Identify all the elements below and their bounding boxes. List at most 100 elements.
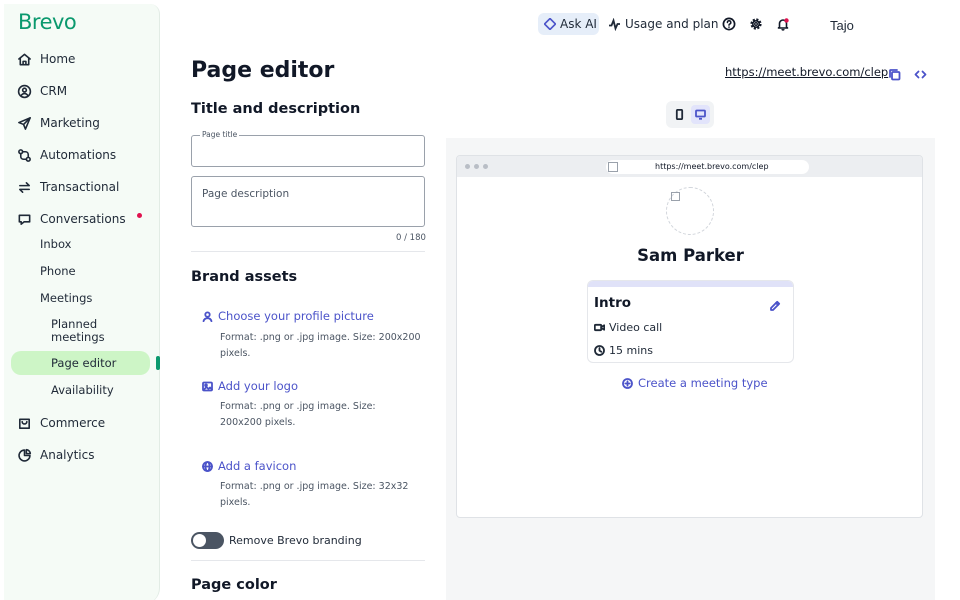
usage-label: Usage and plan <box>625 17 719 31</box>
sidebar-item-label: Marketing <box>40 116 100 130</box>
brevo-logo[interactable]: Brevo <box>18 10 77 34</box>
section-divider <box>191 560 425 561</box>
sidebar-item-commerce[interactable]: Commerce <box>16 411 105 435</box>
remove-branding-toggle[interactable] <box>191 532 224 549</box>
meeting-duration: 15 mins <box>609 344 653 357</box>
sidebar-item-label: Analytics <box>40 448 95 462</box>
desktop-view-button[interactable] <box>691 105 710 124</box>
plus-circle-icon <box>622 377 633 389</box>
active-item-indicator <box>156 356 160 370</box>
asset-link-label: Add your logo <box>218 379 299 393</box>
browser-bar: https://meet.brevo.com/clep <box>457 156 922 177</box>
sidebar-item-page-editor[interactable]: Page editor <box>51 357 116 370</box>
sidebar-item-meetings[interactable]: Meetings <box>40 292 92 305</box>
sidebar-item-analytics[interactable]: Analytics <box>16 443 95 467</box>
settings-icon[interactable] <box>749 16 763 30</box>
choose-profile-picture-link[interactable]: Choose your profile picture <box>202 309 374 323</box>
image-icon <box>202 381 213 391</box>
remove-branding-label: Remove Brevo branding <box>229 534 362 547</box>
preview-url: https://meet.brevo.com/clep <box>655 162 769 171</box>
host-name: Sam Parker <box>637 246 744 265</box>
window-dot <box>465 164 470 169</box>
sidebar-item-label: Automations <box>40 148 117 162</box>
logo-help: Format: .png or .jpg image. Size: 200x20… <box>220 401 376 428</box>
sidebar-item-label: Transactional <box>40 180 120 194</box>
sidebar-item-label: CRM <box>40 84 68 98</box>
section-divider <box>191 251 425 252</box>
ask-ai-label: Ask AI <box>560 17 597 31</box>
window-dot <box>483 164 488 169</box>
card-color-band <box>588 281 793 287</box>
notification-dot <box>137 213 142 218</box>
sidebar-item-crm[interactable]: CRM <box>16 79 67 103</box>
page-title-field[interactable]: Page title <box>191 130 425 167</box>
sidebar-item-phone[interactable]: Phone <box>40 265 76 278</box>
page-color-heading: Page color <box>191 577 277 593</box>
sidebar: Brevo Home CRM Marketing Automations Tra… <box>4 4 160 600</box>
desktop-icon <box>695 109 706 120</box>
globe-icon <box>202 460 213 472</box>
sidebar-item-conversations[interactable]: Conversations <box>16 207 126 231</box>
preview-url-bar: https://meet.brevo.com/clep <box>606 160 809 174</box>
app-root: Brevo Home CRM Marketing Automations Tra… <box>0 0 960 600</box>
meeting-title: Intro <box>594 295 632 311</box>
meeting-page-link[interactable]: https://meet.brevo.com/clep <box>725 65 888 79</box>
shop-icon <box>16 415 32 431</box>
sidebar-item-planned-meetings[interactable]: Planned meetings <box>51 318 121 344</box>
toggle-knob <box>193 534 206 547</box>
send-icon <box>16 115 32 131</box>
activity-icon <box>609 17 620 31</box>
home-icon <box>16 51 32 67</box>
window-dot <box>474 164 479 169</box>
contact-icon <box>16 83 32 99</box>
favicon-help: Format: .png or .jpg image. Size: 32x32 … <box>220 481 409 508</box>
embed-code-icon[interactable] <box>914 66 927 79</box>
broken-image-icon <box>671 192 680 201</box>
user-icon <box>202 310 213 322</box>
notification-icon[interactable] <box>776 16 790 31</box>
page-title-label: Page title <box>200 130 240 139</box>
sidebar-item-availability[interactable]: Availability <box>51 384 114 397</box>
title-description-heading: Title and description <box>191 101 361 117</box>
usage-and-plan-button[interactable]: Usage and plan <box>608 13 719 35</box>
asset-link-label: Choose your profile picture <box>218 309 374 323</box>
meeting-duration-row: 15 mins <box>594 344 653 357</box>
asset-link-label: Add a favicon <box>218 459 297 473</box>
meeting-type-row: Video call <box>594 321 662 334</box>
mobile-view-button[interactable] <box>670 105 689 124</box>
sparkle-icon <box>544 18 556 30</box>
add-favicon-link[interactable]: Add a favicon <box>202 459 296 473</box>
sidebar-item-inbox[interactable]: Inbox <box>40 238 71 251</box>
create-meeting-type-link[interactable]: Create a meeting type <box>622 376 768 390</box>
page-title: Page editor <box>191 58 335 83</box>
add-logo-link[interactable]: Add your logo <box>202 379 298 393</box>
device-toggle <box>666 101 714 128</box>
create-meeting-type-label: Create a meeting type <box>638 376 768 390</box>
brand-assets-heading: Brand assets <box>191 269 298 285</box>
sidebar-item-automations[interactable]: Automations <box>16 143 116 167</box>
meeting-type: Video call <box>609 321 663 334</box>
sidebar-item-marketing[interactable]: Marketing <box>16 111 100 135</box>
sidebar-item-home[interactable]: Home <box>16 47 75 71</box>
sidebar-item-transactional[interactable]: Transactional <box>16 175 119 199</box>
browser-preview: https://meet.brevo.com/clep Sam Parker I… <box>456 155 923 518</box>
user-name[interactable]: Tajo <box>830 18 854 33</box>
video-icon <box>594 323 605 332</box>
help-icon[interactable] <box>722 16 736 31</box>
pie-chart-icon <box>16 447 32 463</box>
transfer-icon <box>16 179 32 195</box>
sidebar-item-label: Home <box>40 52 76 66</box>
edit-icon[interactable] <box>769 297 781 311</box>
sidebar-item-label: Conversations <box>40 212 126 226</box>
description-char-counter: 0 / 180 <box>396 233 426 243</box>
profile-picture-help: Format: .png or .jpg image. Size: 200x20… <box>220 332 421 359</box>
page-description-field[interactable]: Page description <box>191 176 425 227</box>
sidebar-item-label: Commerce <box>40 416 106 430</box>
ask-ai-button[interactable]: Ask AI <box>538 13 599 35</box>
copy-icon[interactable] <box>888 66 901 81</box>
page-description-placeholder: Page description <box>202 188 290 200</box>
profile-avatar <box>666 187 714 235</box>
chat-icon <box>16 211 32 227</box>
meeting-type-card[interactable]: Intro Video call 15 mins <box>587 280 794 363</box>
automation-icon <box>16 147 32 163</box>
